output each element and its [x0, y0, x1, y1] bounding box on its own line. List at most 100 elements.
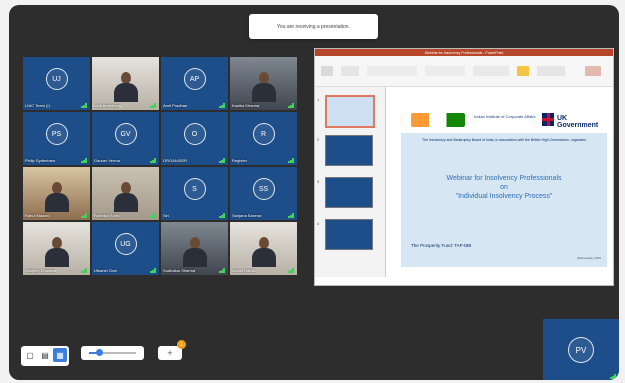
speaking-indicator-icon [81, 268, 87, 273]
participant-video [251, 72, 276, 102]
participant-tile[interactable]: R Register [230, 112, 297, 165]
notification-badge: 1 [177, 340, 186, 349]
thumb-number: 2 [317, 137, 320, 142]
participant-name: Sanjana Saxena [232, 213, 262, 218]
participant-name: LNIC Team (I) [25, 103, 50, 108]
participant-tile[interactable]: Nick Armstrong [92, 57, 159, 110]
speaking-indicator-icon [288, 103, 294, 108]
participant-video [44, 182, 69, 212]
participant-avatar: GV [114, 123, 137, 146]
participant-tile[interactable]: Kanika Khanna [230, 57, 297, 110]
slide-thumbnail[interactable] [325, 219, 373, 250]
participant-tile[interactable]: Rahul Madan [23, 167, 90, 220]
uk-government-logo: UK Government [557, 115, 599, 129]
participant-name: Sudhakar Sharma [163, 268, 196, 273]
ribbon-paste-icon [321, 66, 333, 76]
participant-avatar: PS [45, 123, 68, 146]
powerpoint-ribbon [315, 56, 613, 87]
slide-title-line3: "Individual Insolvency Process" [455, 193, 553, 200]
participant-tile[interactable]: AP Amit Pradhan [161, 57, 228, 110]
zoom-slider[interactable] [81, 346, 144, 360]
participant-tile[interactable]: UG Utkarsh Goel [92, 222, 159, 275]
ribbon-styles-icon [537, 66, 565, 76]
speaking-indicator-icon [219, 268, 225, 273]
participant-avatar: AP [183, 68, 206, 91]
participant-tile[interactable]: PS Philip Sydenham [23, 112, 90, 165]
participant-name: Utkarsh Goel [94, 268, 118, 273]
participant-tile[interactable]: O ORGANISER [161, 112, 228, 165]
slide-subtitle: The Prosperity Fund: TAP-IBB [411, 243, 472, 248]
participant-tile[interactable]: Ashok Haldia [230, 222, 297, 275]
ribbon-editing-icon [585, 66, 601, 76]
speaking-indicator-icon [150, 158, 156, 163]
stage-view-icon[interactable]: ▤ [38, 348, 52, 362]
participant-tile[interactable]: S Siri [161, 167, 228, 220]
participant-avatar: UJ [45, 68, 68, 91]
participant-name: Siri [163, 213, 169, 218]
meeting-window: You are receiving a presentation. UJ LNIC… [9, 5, 619, 380]
speaking-indicator-icon [610, 374, 616, 379]
participant-video [182, 237, 207, 267]
speaker-view-icon[interactable]: ▢ [23, 348, 37, 362]
slide-title-line1: Webinar for Insolvency Professionals [446, 175, 562, 182]
participant-video [44, 237, 69, 267]
self-view: PV [543, 319, 619, 380]
participant-avatar: SS [252, 178, 275, 201]
bottom-toolbar: ▢ ▤ ▦ + 1 [21, 340, 186, 366]
uk-flag-icon [542, 113, 554, 126]
participant-avatar: R [252, 123, 275, 146]
presentation-banner: You are receiving a presentation. [249, 14, 378, 39]
participant-name: Radhika Sarin [94, 213, 120, 218]
shared-presentation[interactable]: Webinar for Insolvency Professionals - P… [314, 48, 614, 286]
presentation-title-bar: Webinar for Insolvency Professionals - P… [315, 49, 613, 56]
speaking-indicator-icon [150, 268, 156, 273]
slide-logo-strip: Indian Institute of Corporate Affairs UK… [401, 109, 607, 133]
participant-grid: UJ LNIC Team (I) Nick Armstrong AP Amit Prad… [23, 57, 297, 275]
participant-name: Ashok Haldia [232, 268, 256, 273]
participant-name: Nick Armstrong [94, 103, 122, 108]
participant-video [113, 72, 138, 102]
participant-tile[interactable]: SS Sanjana Saxena [230, 167, 297, 220]
participant-tile[interactable]: Radhika Sarin [92, 167, 159, 220]
ribbon-shapes-icon [473, 66, 509, 76]
slide-thumbnail[interactable] [325, 95, 375, 128]
participant-name: Sanjeev Chandak [25, 268, 57, 273]
thumb-number: 3 [317, 179, 320, 184]
thumb-number: 4 [317, 221, 320, 226]
add-label: + [167, 348, 173, 358]
participant-avatar: UG [114, 233, 137, 256]
banner-text: You are receiving a presentation. [277, 23, 350, 30]
participant-video [113, 182, 138, 212]
ribbon-paragraph-icon [425, 66, 465, 76]
speaking-indicator-icon [81, 158, 87, 163]
slide-thumbnails: 1 2 3 4 [315, 87, 386, 277]
iica-logo: Indian Institute of Corporate Affairs [474, 114, 536, 119]
add-button[interactable]: + 1 [158, 340, 186, 360]
participant-name: Register [232, 158, 247, 163]
participant-name: Amit Pradhan [163, 103, 188, 108]
speaking-indicator-icon [219, 158, 225, 163]
current-slide: Indian Institute of Corporate Affairs UK… [401, 109, 607, 267]
ribbon-slide-icon [341, 66, 359, 76]
slide-thumbnail[interactable] [325, 135, 373, 166]
participant-name: Philip Sydenham [25, 158, 56, 163]
participant-video [251, 237, 276, 267]
speaking-indicator-icon [288, 158, 294, 163]
participant-name: Gaurav Verma [94, 158, 120, 163]
zoom-knob[interactable] [95, 349, 103, 356]
participant-avatar: O [183, 123, 206, 146]
participant-tile[interactable]: GV Gaurav Verma [92, 112, 159, 165]
speaking-indicator-icon [81, 213, 87, 218]
participant-tile[interactable]: Sanjeev Chandak [23, 222, 90, 275]
participant-tile[interactable]: UJ LNIC Team (I) [23, 57, 90, 110]
ribbon-arrange-icon [517, 66, 529, 76]
ibbi-logo [411, 113, 465, 127]
grid-view-icon[interactable]: ▦ [53, 348, 67, 362]
speaking-indicator-icon [288, 213, 294, 218]
self-avatar: PV [568, 337, 594, 363]
participant-name: Rahul Madan [25, 213, 49, 218]
participant-tile[interactable]: Sudhakar Sharma [161, 222, 228, 275]
slide-date: Wednesday, 2020 [577, 256, 601, 260]
slide-thumbnail[interactable] [325, 177, 373, 208]
speaking-indicator-icon [219, 213, 225, 218]
